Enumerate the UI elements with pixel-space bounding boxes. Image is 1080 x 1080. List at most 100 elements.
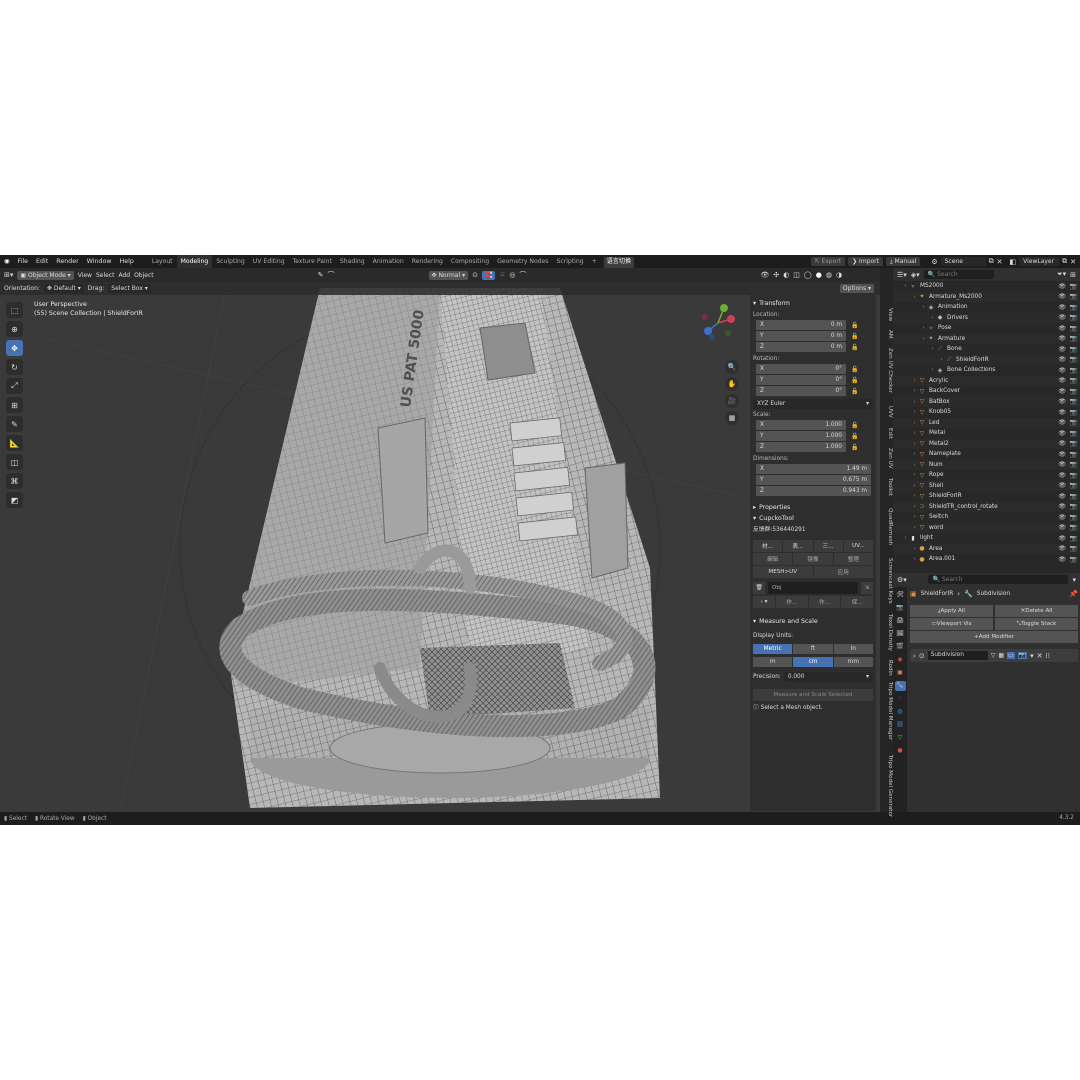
expand-arrow-icon[interactable]: › (911, 525, 918, 531)
unit-metric-button[interactable]: Metric (753, 644, 793, 654)
options-chevron-icon[interactable]: ▾ (1072, 576, 1076, 584)
constraints-tab-icon[interactable]: ⛓ (895, 720, 906, 730)
render-tab-icon[interactable]: 📷 (895, 603, 906, 613)
zoom-icon[interactable]: 🔍 (725, 360, 739, 374)
object-tab-icon[interactable]: ▣ (895, 668, 906, 678)
mode-selector[interactable]: ▣ Object Mode ▾ (17, 270, 74, 280)
tab-sculpting[interactable]: Sculpting (212, 255, 248, 268)
render-camera-icon[interactable]: 📷 (1070, 419, 1077, 426)
render-camera-icon[interactable]: 📷 (1070, 461, 1077, 468)
render-camera-icon[interactable]: 📷 (1070, 398, 1077, 405)
location-x-field[interactable]: X0 m (756, 320, 846, 330)
outliner-row[interactable]: › ▽ Led 👁 📷 (893, 417, 1080, 428)
new-collection-icon[interactable]: ⊞ (1070, 271, 1076, 279)
visibility-eye-icon[interactable]: 👁 (1058, 388, 1066, 395)
render-camera-icon[interactable]: 📷 (1070, 283, 1077, 290)
menu-window[interactable]: Window (83, 258, 116, 265)
tab-layout[interactable]: Layout (148, 255, 177, 268)
outliner-row[interactable]: › ◈ Bone Collections 👁 📷 (893, 365, 1080, 376)
location-y-field[interactable]: Y0 m (756, 331, 846, 341)
expand-arrow-icon[interactable]: › (911, 556, 918, 562)
modifier-name-field[interactable]: Subdivision (927, 651, 988, 660)
visibility-eye-icon[interactable]: 👁 (1058, 524, 1066, 531)
expand-arrow-icon[interactable]: › (902, 283, 909, 289)
snap-target-icon[interactable]: ⁙ (499, 271, 505, 279)
render-camera-icon[interactable]: 📷 (1070, 545, 1077, 552)
expand-arrow-icon[interactable]: › (902, 535, 909, 541)
outliner-row[interactable]: › ⊃ ShieldTR_control_rotate 👁 📷 (893, 501, 1080, 512)
tab-texture-paint[interactable]: Texture Paint (289, 255, 336, 268)
lock-icon[interactable]: 🔓 (851, 422, 858, 429)
expand-arrow-icon[interactable]: › (911, 441, 918, 447)
visibility-eye-icon[interactable]: 👁 (1058, 346, 1066, 353)
visibility-eye-icon[interactable]: 👁 (1058, 304, 1066, 311)
toggle-stack-button[interactable]: ⤡ Toggle Stack (995, 618, 1078, 630)
render-camera-icon[interactable]: 📷 (1070, 514, 1077, 521)
modifier-tab-icon[interactable]: 🔧 (894, 681, 906, 691)
location-z-field[interactable]: Z0 m (756, 342, 846, 352)
visibility-eye-icon[interactable]: 👁 (1058, 430, 1066, 437)
dropdown-chevron-icon[interactable]: ▾ (1030, 652, 1034, 660)
outliner-row[interactable]: › ◆ Drivers 👁 📷 (893, 312, 1080, 323)
view-menu[interactable]: View (78, 272, 92, 279)
render-camera-icon[interactable]: 📷 (1070, 451, 1077, 458)
dimension-y-field[interactable]: Y 0.675 m (756, 475, 871, 485)
tab-view[interactable]: View (880, 308, 893, 321)
shading-rendered-icon[interactable]: ◑ (836, 271, 842, 279)
visibility-eye-icon[interactable]: 👁 (1058, 367, 1066, 374)
tab-rendering[interactable]: Rendering (408, 255, 447, 268)
tab-tripo-model-manager[interactable]: Tripo Model Manager (880, 682, 893, 740)
outliner-row[interactable]: › ◈ Animation 👁 📷 (893, 302, 1080, 313)
tab-geometry-nodes[interactable]: Geometry Nodes (493, 255, 552, 268)
outliner-row[interactable]: › ▽ Acrylic 👁 📷 (893, 375, 1080, 386)
view-layer-tab-icon[interactable]: 🖼 (895, 629, 906, 639)
cupcko-work-button-2[interactable]: 作... (808, 596, 841, 608)
outliner-row[interactable]: › ▽ Shell 👁 📷 (893, 480, 1080, 491)
proportional-edit-icon[interactable]: ◎ (509, 271, 515, 279)
expand-arrow-icon[interactable]: › (911, 451, 918, 457)
render-camera-icon[interactable]: 📷 (1070, 388, 1077, 395)
tab-toolkit[interactable]: Toolkit (880, 478, 893, 496)
outliner-row[interactable]: › ✦ Armature_Ms2000 👁 📷 (893, 291, 1080, 302)
outliner-row[interactable]: › ▽ Switch 👁 📷 (893, 512, 1080, 523)
render-camera-icon[interactable]: 📷 (1070, 472, 1077, 479)
tab-am[interactable]: AM (880, 330, 893, 339)
visibility-eye-icon[interactable]: 👁 (1058, 545, 1066, 552)
scale-z-field[interactable]: Z 1.000 (756, 442, 846, 452)
expand-arrow-icon[interactable]: › (911, 483, 918, 489)
visibility-eye-icon[interactable]: 👁 (1058, 493, 1066, 500)
trash-icon[interactable]: 🗑 (753, 582, 765, 594)
data-tab-icon[interactable]: ▽ (895, 733, 906, 743)
import-button[interactable]: ❯ Import (848, 257, 883, 266)
outliner-row[interactable]: › ▽ Metal 👁 📷 (893, 428, 1080, 439)
viewport-toggle-icon[interactable]: ▭ (1006, 652, 1015, 659)
lock-icon[interactable]: 🔓 (851, 377, 858, 384)
visibility-eye-icon[interactable]: 👁 (1058, 409, 1066, 416)
expand-arrow-icon[interactable]: › (911, 294, 918, 300)
expand-arrow-icon[interactable]: › (911, 399, 918, 405)
ortho-grid-icon[interactable]: ▦ (725, 411, 739, 425)
remove-view-layer-icon[interactable]: ✕ (1070, 258, 1076, 266)
tab-quadremesh[interactable]: QuadRemesh (880, 508, 893, 545)
measure-tool-icon[interactable]: 📐 (6, 435, 23, 451)
shading-material-icon[interactable]: ◍ (826, 271, 832, 279)
outliner-row[interactable]: › ▽ ShieldForIR 👁 📷 (893, 491, 1080, 502)
cupcko-tri-button[interactable]: 三... (813, 540, 843, 552)
visibility-eye-icon[interactable]: 👁 (1058, 514, 1066, 521)
pan-hand-icon[interactable]: ✋ (725, 377, 739, 391)
lock-icon[interactable]: 🔓 (851, 444, 858, 451)
object-menu[interactable]: Object (134, 272, 154, 279)
tab-animation[interactable]: Animation (369, 255, 408, 268)
overlay-icon[interactable]: ◐ (783, 271, 789, 279)
3d-viewport[interactable]: US PAT 5000 ⊞▾ ▣ Object Mode ▾ View Sele… (0, 268, 880, 812)
scale-x-field[interactable]: X 1.000 (756, 420, 846, 430)
visibility-eye-icon[interactable]: 👁 (1058, 472, 1066, 479)
unit-cm-button[interactable]: cm (793, 657, 833, 667)
shading-wireframe-icon[interactable]: ◯ (804, 271, 812, 279)
falloff-icon[interactable]: ⌒ (519, 270, 526, 280)
editor-type-icon[interactable]: ⊞▾ (4, 271, 13, 279)
tab-edit[interactable]: Edit (880, 428, 893, 439)
select-tool-icon[interactable]: ⬚ (6, 302, 23, 318)
render-camera-icon[interactable]: 📷 (1070, 346, 1077, 353)
copy-view-layer-icon[interactable]: ⧉ (1062, 257, 1067, 266)
